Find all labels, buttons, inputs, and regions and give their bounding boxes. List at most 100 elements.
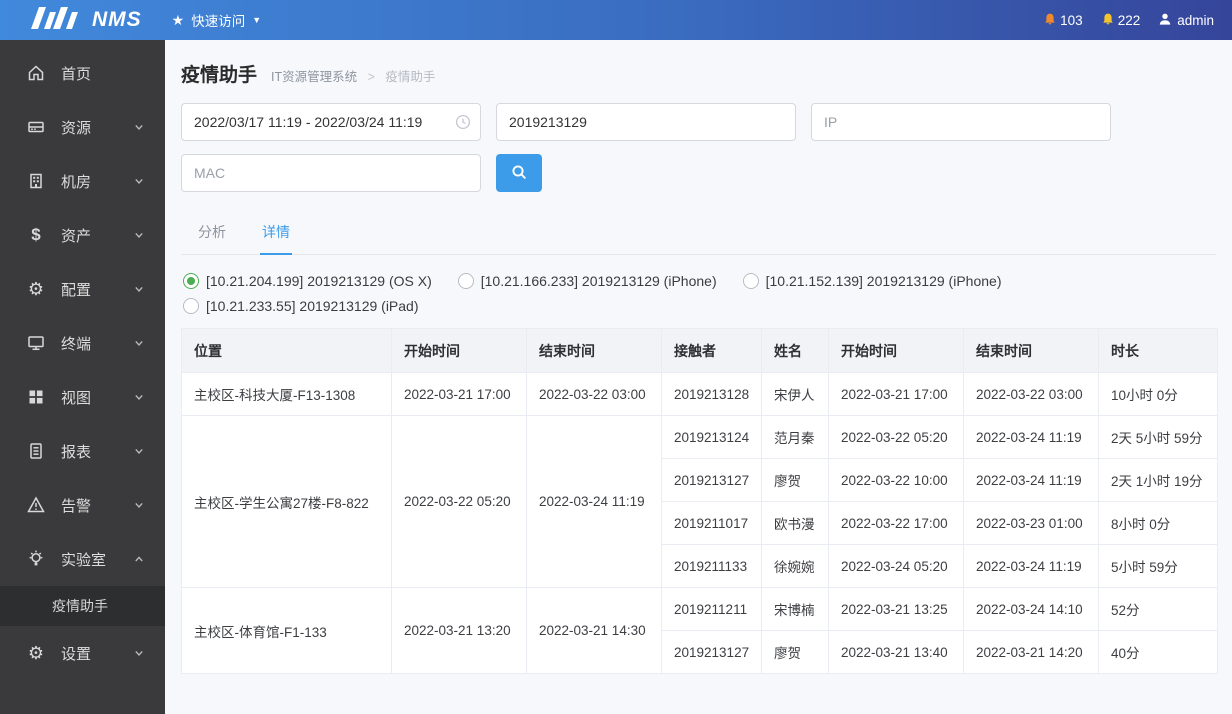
- sidebar-item-设置[interactable]: ⚙ 设置: [0, 626, 165, 680]
- sidebar-item-告警[interactable]: 告警: [0, 478, 165, 532]
- contact-name-cell: 宋伊人: [761, 372, 829, 416]
- contact-end-cell: 2022-03-24 11:19: [963, 458, 1099, 502]
- sidebar-item-终端[interactable]: 终端: [0, 316, 165, 370]
- duration-cell: 52分: [1098, 587, 1218, 631]
- page-title: 疫情助手: [181, 65, 258, 86]
- alert-triangle-icon: [26, 495, 46, 515]
- date-range-field-wrap: [181, 103, 481, 141]
- breadcrumb-root[interactable]: IT资源管理系统: [271, 70, 357, 84]
- sidebar-item-label: 报表: [61, 443, 92, 461]
- sidebar-item-报表[interactable]: 报表: [0, 424, 165, 478]
- warning-notification-badge[interactable]: 222: [1101, 12, 1141, 29]
- account-input[interactable]: [496, 103, 796, 141]
- contact-start-cell: 2022-03-24 05:20: [828, 544, 964, 588]
- user-menu[interactable]: admin: [1158, 12, 1214, 29]
- sidebar-item-视图[interactable]: 视图: [0, 370, 165, 424]
- contact-end-cell: 2022-03-21 14:20: [963, 630, 1099, 674]
- chevron-down-icon: [131, 281, 147, 297]
- contact-start-cell: 2022-03-21 13:40: [828, 630, 964, 674]
- nms-logo[interactable]: NMS: [30, 6, 142, 34]
- device-radio-2[interactable]: [10.21.152.139] 2019213129 (iPhone): [742, 273, 1001, 289]
- warning-count: 222: [1117, 12, 1141, 28]
- sidebar-item-label: 设置: [61, 645, 92, 663]
- chevron-down-icon: [131, 173, 147, 189]
- device-radio-1[interactable]: [10.21.166.233] 2019213129 (iPhone): [457, 273, 717, 289]
- contact-id-cell: 2019211017: [661, 501, 762, 545]
- warning-bell-icon: [1101, 12, 1115, 29]
- device-radio-label: [10.21.233.55] 2019213129 (iPad): [206, 298, 419, 314]
- device-radio-3[interactable]: [10.21.233.55] 2019213129 (iPad): [183, 298, 419, 314]
- visit-start-cell: 2022-03-21 17:00: [391, 372, 527, 416]
- visit-end-cell: 2022-03-24 11:19: [526, 415, 662, 588]
- storage-icon: [26, 117, 46, 137]
- column-header: 位置: [181, 328, 392, 373]
- breadcrumb: IT资源管理系统 > 疫情助手: [271, 66, 435, 85]
- sidebar-item-资源[interactable]: 资源: [0, 100, 165, 154]
- contact-end-cell: 2022-03-24 11:19: [963, 415, 1099, 459]
- views-grid-icon: [26, 387, 46, 407]
- mac-input[interactable]: [181, 154, 481, 192]
- user-icon: [1158, 12, 1172, 29]
- contact-start-cell: 2022-03-21 17:00: [828, 372, 964, 416]
- search-button[interactable]: [496, 154, 542, 192]
- search-filters: [181, 103, 1131, 192]
- sidebar-item-首页[interactable]: 首页: [0, 46, 165, 100]
- contact-end-cell: 2022-03-23 01:00: [963, 501, 1099, 545]
- column-header: 开始时间: [391, 328, 527, 373]
- ip-input[interactable]: [811, 103, 1111, 141]
- sidebar-item-label: 实验室: [61, 551, 107, 569]
- datacenter-icon: [26, 171, 46, 191]
- column-header: 开始时间: [828, 328, 964, 373]
- contact-id-cell: 2019213124: [661, 415, 762, 459]
- quick-access-menu[interactable]: ★ 快速访问 ▼: [172, 10, 261, 30]
- quick-access-label: 快速访问: [191, 14, 246, 29]
- column-header: 接触者: [661, 328, 762, 373]
- device-radio-group: [10.21.204.199] 2019213129 (OS X) [10.21.…: [183, 273, 1188, 314]
- contact-id-cell: 2019213127: [661, 630, 762, 674]
- sidebar-subitem-疫情助手[interactable]: 疫情助手: [0, 586, 165, 626]
- visit-start-cell: 2022-03-22 05:20: [391, 415, 527, 588]
- report-doc-icon: [26, 441, 46, 461]
- device-radio-0[interactable]: [10.21.204.199] 2019213129 (OS X): [183, 273, 432, 289]
- column-header: 时长: [1098, 328, 1218, 373]
- tab-details[interactable]: 详情: [260, 214, 292, 255]
- column-header: 结束时间: [526, 328, 662, 373]
- sidebar-item-配置[interactable]: ⚙ 配置: [0, 262, 165, 316]
- sidebar-item-资产[interactable]: $ 资产: [0, 208, 165, 262]
- radio-unselected-icon: [183, 298, 199, 314]
- contact-id-cell: 2019211211: [661, 587, 762, 631]
- chevron-down-icon: [131, 497, 147, 513]
- tab-analysis[interactable]: 分析: [196, 214, 228, 254]
- date-range-input[interactable]: [181, 103, 481, 141]
- sidebar-item-实验室[interactable]: 实验室: [0, 532, 165, 586]
- visit-start-cell: 2022-03-21 13:20: [391, 587, 527, 674]
- chevron-down-icon: [131, 389, 147, 405]
- home-icon: [26, 63, 46, 83]
- location-cell: 主校区-学生公寓27楼-F8-822: [181, 415, 392, 588]
- contact-name-cell: 徐婉婉: [761, 544, 829, 588]
- visit-end-cell: 2022-03-21 14:30: [526, 587, 662, 674]
- search-icon: [510, 163, 528, 184]
- chevron-down-icon: [131, 335, 147, 351]
- radio-unselected-icon: [457, 273, 474, 289]
- contact-id-cell: 2019213127: [661, 458, 762, 502]
- sidebar-item-label: 终端: [61, 335, 92, 353]
- clock-icon: [455, 114, 471, 135]
- sidebar-item-机房[interactable]: 机房: [0, 154, 165, 208]
- radio-selected-icon: [183, 273, 199, 289]
- table-row: 主校区-学生公寓27楼-F8-822 2022-03-22 05:20 2022-0…: [181, 415, 1218, 588]
- logo-stripes-icon: [30, 6, 82, 34]
- breadcrumb-current: 疫情助手: [385, 70, 436, 84]
- location-cell: 主校区-科技大厦-F13-1308: [181, 372, 392, 416]
- contact-end-cell: 2022-03-24 14:10: [963, 587, 1099, 631]
- sidebar-item-label: 资源: [61, 119, 92, 137]
- topbar-right: 103 222 admin: [1043, 12, 1214, 29]
- alert-notification-badge[interactable]: 103: [1043, 12, 1083, 29]
- device-radio-label: [10.21.166.233] 2019213129 (iPhone): [480, 273, 717, 289]
- chevron-down-icon: [131, 119, 147, 135]
- duration-cell: 40分: [1098, 630, 1218, 674]
- chevron-up-icon: [131, 551, 147, 567]
- chevron-down-icon: [131, 443, 147, 459]
- contact-start-cell: 2022-03-21 13:25: [828, 587, 964, 631]
- duration-cell: 8小时 0分: [1098, 501, 1218, 545]
